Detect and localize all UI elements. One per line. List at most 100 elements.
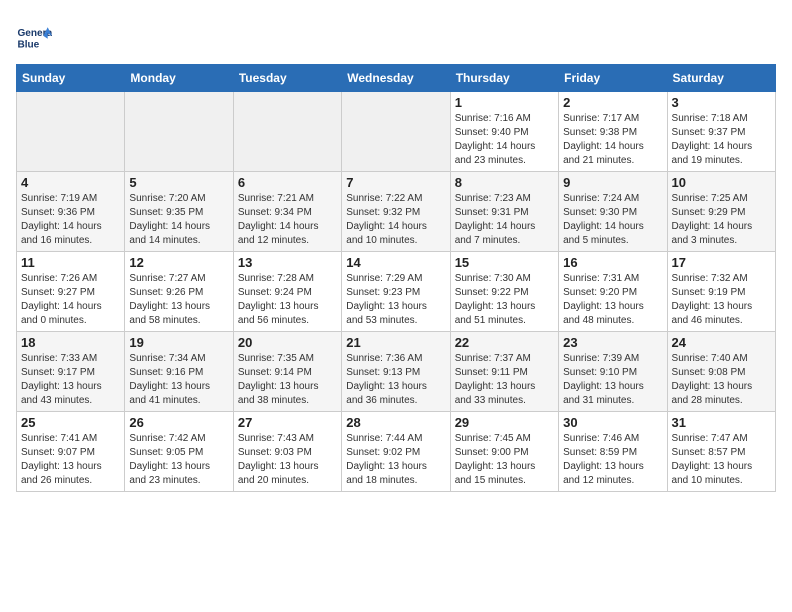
calendar-cell: 1 Sunrise: 7:16 AM Sunset: 9:40 PM Daylig… <box>450 92 558 172</box>
header-saturday: Saturday <box>667 65 775 92</box>
day-number: 19 <box>129 335 228 350</box>
calendar-header-row: SundayMondayTuesdayWednesdayThursdayFrid… <box>17 65 776 92</box>
day-number: 9 <box>563 175 662 190</box>
day-number: 27 <box>238 415 337 430</box>
calendar-cell: 31 Sunrise: 7:47 AM Sunset: 8:57 PM Dayli… <box>667 412 775 492</box>
header-tuesday: Tuesday <box>233 65 341 92</box>
day-number: 28 <box>346 415 445 430</box>
day-number: 24 <box>672 335 771 350</box>
day-number: 2 <box>563 95 662 110</box>
day-number: 31 <box>672 415 771 430</box>
day-info: Sunrise: 7:16 AM Sunset: 9:40 PM Dayligh… <box>455 112 554 168</box>
calendar-cell: 30 Sunrise: 7:46 AM Sunset: 8:59 PM Dayli… <box>559 412 667 492</box>
day-number: 23 <box>563 335 662 350</box>
header-friday: Friday <box>559 65 667 92</box>
day-number: 8 <box>455 175 554 190</box>
day-info: Sunrise: 7:42 AM Sunset: 9:05 PM Dayligh… <box>129 432 228 488</box>
day-number: 18 <box>21 335 120 350</box>
day-number: 11 <box>21 255 120 270</box>
calendar-cell <box>233 92 341 172</box>
day-info: Sunrise: 7:21 AM Sunset: 9:34 PM Dayligh… <box>238 192 337 248</box>
header-wednesday: Wednesday <box>342 65 450 92</box>
calendar-cell: 2 Sunrise: 7:17 AM Sunset: 9:38 PM Daylig… <box>559 92 667 172</box>
calendar-cell: 15 Sunrise: 7:30 AM Sunset: 9:22 PM Dayli… <box>450 252 558 332</box>
day-info: Sunrise: 7:29 AM Sunset: 9:23 PM Dayligh… <box>346 272 445 328</box>
calendar-cell <box>342 92 450 172</box>
calendar-cell: 5Sunrise: 7:20 AM Sunset: 9:35 PM Daylig… <box>125 172 233 252</box>
week-row-2: 4 Sunrise: 7:19 AM Sunset: 9:36 PM Daylig… <box>17 172 776 252</box>
day-info: Sunrise: 7:43 AM Sunset: 9:03 PM Dayligh… <box>238 432 337 488</box>
week-row-4: 18 Sunrise: 7:33 AM Sunset: 9:17 PM Dayli… <box>17 332 776 412</box>
week-row-1: 1 Sunrise: 7:16 AM Sunset: 9:40 PM Daylig… <box>17 92 776 172</box>
calendar-cell: 9 Sunrise: 7:24 AM Sunset: 9:30 PM Daylig… <box>559 172 667 252</box>
day-info: Sunrise: 7:45 AM Sunset: 9:00 PM Dayligh… <box>455 432 554 488</box>
day-number: 6 <box>238 175 337 190</box>
calendar-cell: 17 Sunrise: 7:32 AM Sunset: 9:19 PM Dayli… <box>667 252 775 332</box>
day-info: Sunrise: 7:39 AM Sunset: 9:10 PM Dayligh… <box>563 352 662 408</box>
calendar-cell: 11 Sunrise: 7:26 AM Sunset: 9:27 PM Dayli… <box>17 252 125 332</box>
calendar-cell: 28 Sunrise: 7:44 AM Sunset: 9:02 PM Dayli… <box>342 412 450 492</box>
calendar-cell: 25 Sunrise: 7:41 AM Sunset: 9:07 PM Dayli… <box>17 412 125 492</box>
day-info: Sunrise: 7:46 AM Sunset: 8:59 PM Dayligh… <box>563 432 662 488</box>
day-number: 25 <box>21 415 120 430</box>
day-info: Sunrise: 7:47 AM Sunset: 8:57 PM Dayligh… <box>672 432 771 488</box>
svg-text:Blue: Blue <box>17 39 39 50</box>
calendar-cell: 18 Sunrise: 7:33 AM Sunset: 9:17 PM Dayli… <box>17 332 125 412</box>
day-number: 4 <box>21 175 120 190</box>
day-number: 1 <box>455 95 554 110</box>
calendar-cell: 24Sunrise: 7:40 AM Sunset: 9:08 PM Dayli… <box>667 332 775 412</box>
day-number: 14 <box>346 255 445 270</box>
day-info: Sunrise: 7:25 AM Sunset: 9:29 PM Dayligh… <box>672 192 771 248</box>
calendar-cell: 23 Sunrise: 7:39 AM Sunset: 9:10 PM Dayli… <box>559 332 667 412</box>
header-thursday: Thursday <box>450 65 558 92</box>
day-info: Sunrise: 7:27 AM Sunset: 9:26 PM Dayligh… <box>129 272 228 328</box>
calendar-cell: 27 Sunrise: 7:43 AM Sunset: 9:03 PM Dayli… <box>233 412 341 492</box>
header-monday: Monday <box>125 65 233 92</box>
day-number: 30 <box>563 415 662 430</box>
day-number: 16 <box>563 255 662 270</box>
day-info: Sunrise: 7:33 AM Sunset: 9:17 PM Dayligh… <box>21 352 120 408</box>
calendar-cell <box>17 92 125 172</box>
day-info: Sunrise: 7:34 AM Sunset: 9:16 PM Dayligh… <box>129 352 228 408</box>
day-info: Sunrise: 7:20 AM Sunset: 9:35 PM Dayligh… <box>129 192 228 248</box>
calendar-cell: 14 Sunrise: 7:29 AM Sunset: 9:23 PM Dayli… <box>342 252 450 332</box>
calendar-cell: 10 Sunrise: 7:25 AM Sunset: 9:29 PM Dayli… <box>667 172 775 252</box>
day-info: Sunrise: 7:31 AM Sunset: 9:20 PM Dayligh… <box>563 272 662 328</box>
day-info: Sunrise: 7:41 AM Sunset: 9:07 PM Dayligh… <box>21 432 120 488</box>
day-info: Sunrise: 7:22 AM Sunset: 9:32 PM Dayligh… <box>346 192 445 248</box>
logo: General Blue <box>16 20 56 56</box>
calendar-cell: 6 Sunrise: 7:21 AM Sunset: 9:34 PM Daylig… <box>233 172 341 252</box>
day-number: 17 <box>672 255 771 270</box>
day-info: Sunrise: 7:32 AM Sunset: 9:19 PM Dayligh… <box>672 272 771 328</box>
calendar-cell: 20Sunrise: 7:35 AM Sunset: 9:14 PM Dayli… <box>233 332 341 412</box>
day-number: 13 <box>238 255 337 270</box>
day-info: Sunrise: 7:26 AM Sunset: 9:27 PM Dayligh… <box>21 272 120 328</box>
calendar-cell: 29 Sunrise: 7:45 AM Sunset: 9:00 PM Dayli… <box>450 412 558 492</box>
calendar-cell: 26Sunrise: 7:42 AM Sunset: 9:05 PM Dayli… <box>125 412 233 492</box>
header-sunday: Sunday <box>17 65 125 92</box>
day-info: Sunrise: 7:19 AM Sunset: 9:36 PM Dayligh… <box>21 192 120 248</box>
day-number: 3 <box>672 95 771 110</box>
day-number: 7 <box>346 175 445 190</box>
day-info: Sunrise: 7:44 AM Sunset: 9:02 PM Dayligh… <box>346 432 445 488</box>
day-number: 29 <box>455 415 554 430</box>
week-row-5: 25 Sunrise: 7:41 AM Sunset: 9:07 PM Dayli… <box>17 412 776 492</box>
day-info: Sunrise: 7:30 AM Sunset: 9:22 PM Dayligh… <box>455 272 554 328</box>
calendar-cell: 3Sunrise: 7:18 AM Sunset: 9:37 PM Daylig… <box>667 92 775 172</box>
calendar-cell: 8Sunrise: 7:23 AM Sunset: 9:31 PM Daylig… <box>450 172 558 252</box>
day-number: 10 <box>672 175 771 190</box>
calendar-cell: 12Sunrise: 7:27 AM Sunset: 9:26 PM Dayli… <box>125 252 233 332</box>
day-number: 15 <box>455 255 554 270</box>
day-info: Sunrise: 7:24 AM Sunset: 9:30 PM Dayligh… <box>563 192 662 248</box>
calendar-cell <box>125 92 233 172</box>
calendar-cell: 22Sunrise: 7:37 AM Sunset: 9:11 PM Dayli… <box>450 332 558 412</box>
page-header: General Blue <box>16 16 776 56</box>
calendar-cell: 7 Sunrise: 7:22 AM Sunset: 9:32 PM Daylig… <box>342 172 450 252</box>
day-info: Sunrise: 7:36 AM Sunset: 9:13 PM Dayligh… <box>346 352 445 408</box>
day-number: 21 <box>346 335 445 350</box>
day-info: Sunrise: 7:35 AM Sunset: 9:14 PM Dayligh… <box>238 352 337 408</box>
calendar-cell: 13Sunrise: 7:28 AM Sunset: 9:24 PM Dayli… <box>233 252 341 332</box>
day-info: Sunrise: 7:17 AM Sunset: 9:38 PM Dayligh… <box>563 112 662 168</box>
week-row-3: 11 Sunrise: 7:26 AM Sunset: 9:27 PM Dayli… <box>17 252 776 332</box>
calendar-cell: 4 Sunrise: 7:19 AM Sunset: 9:36 PM Daylig… <box>17 172 125 252</box>
